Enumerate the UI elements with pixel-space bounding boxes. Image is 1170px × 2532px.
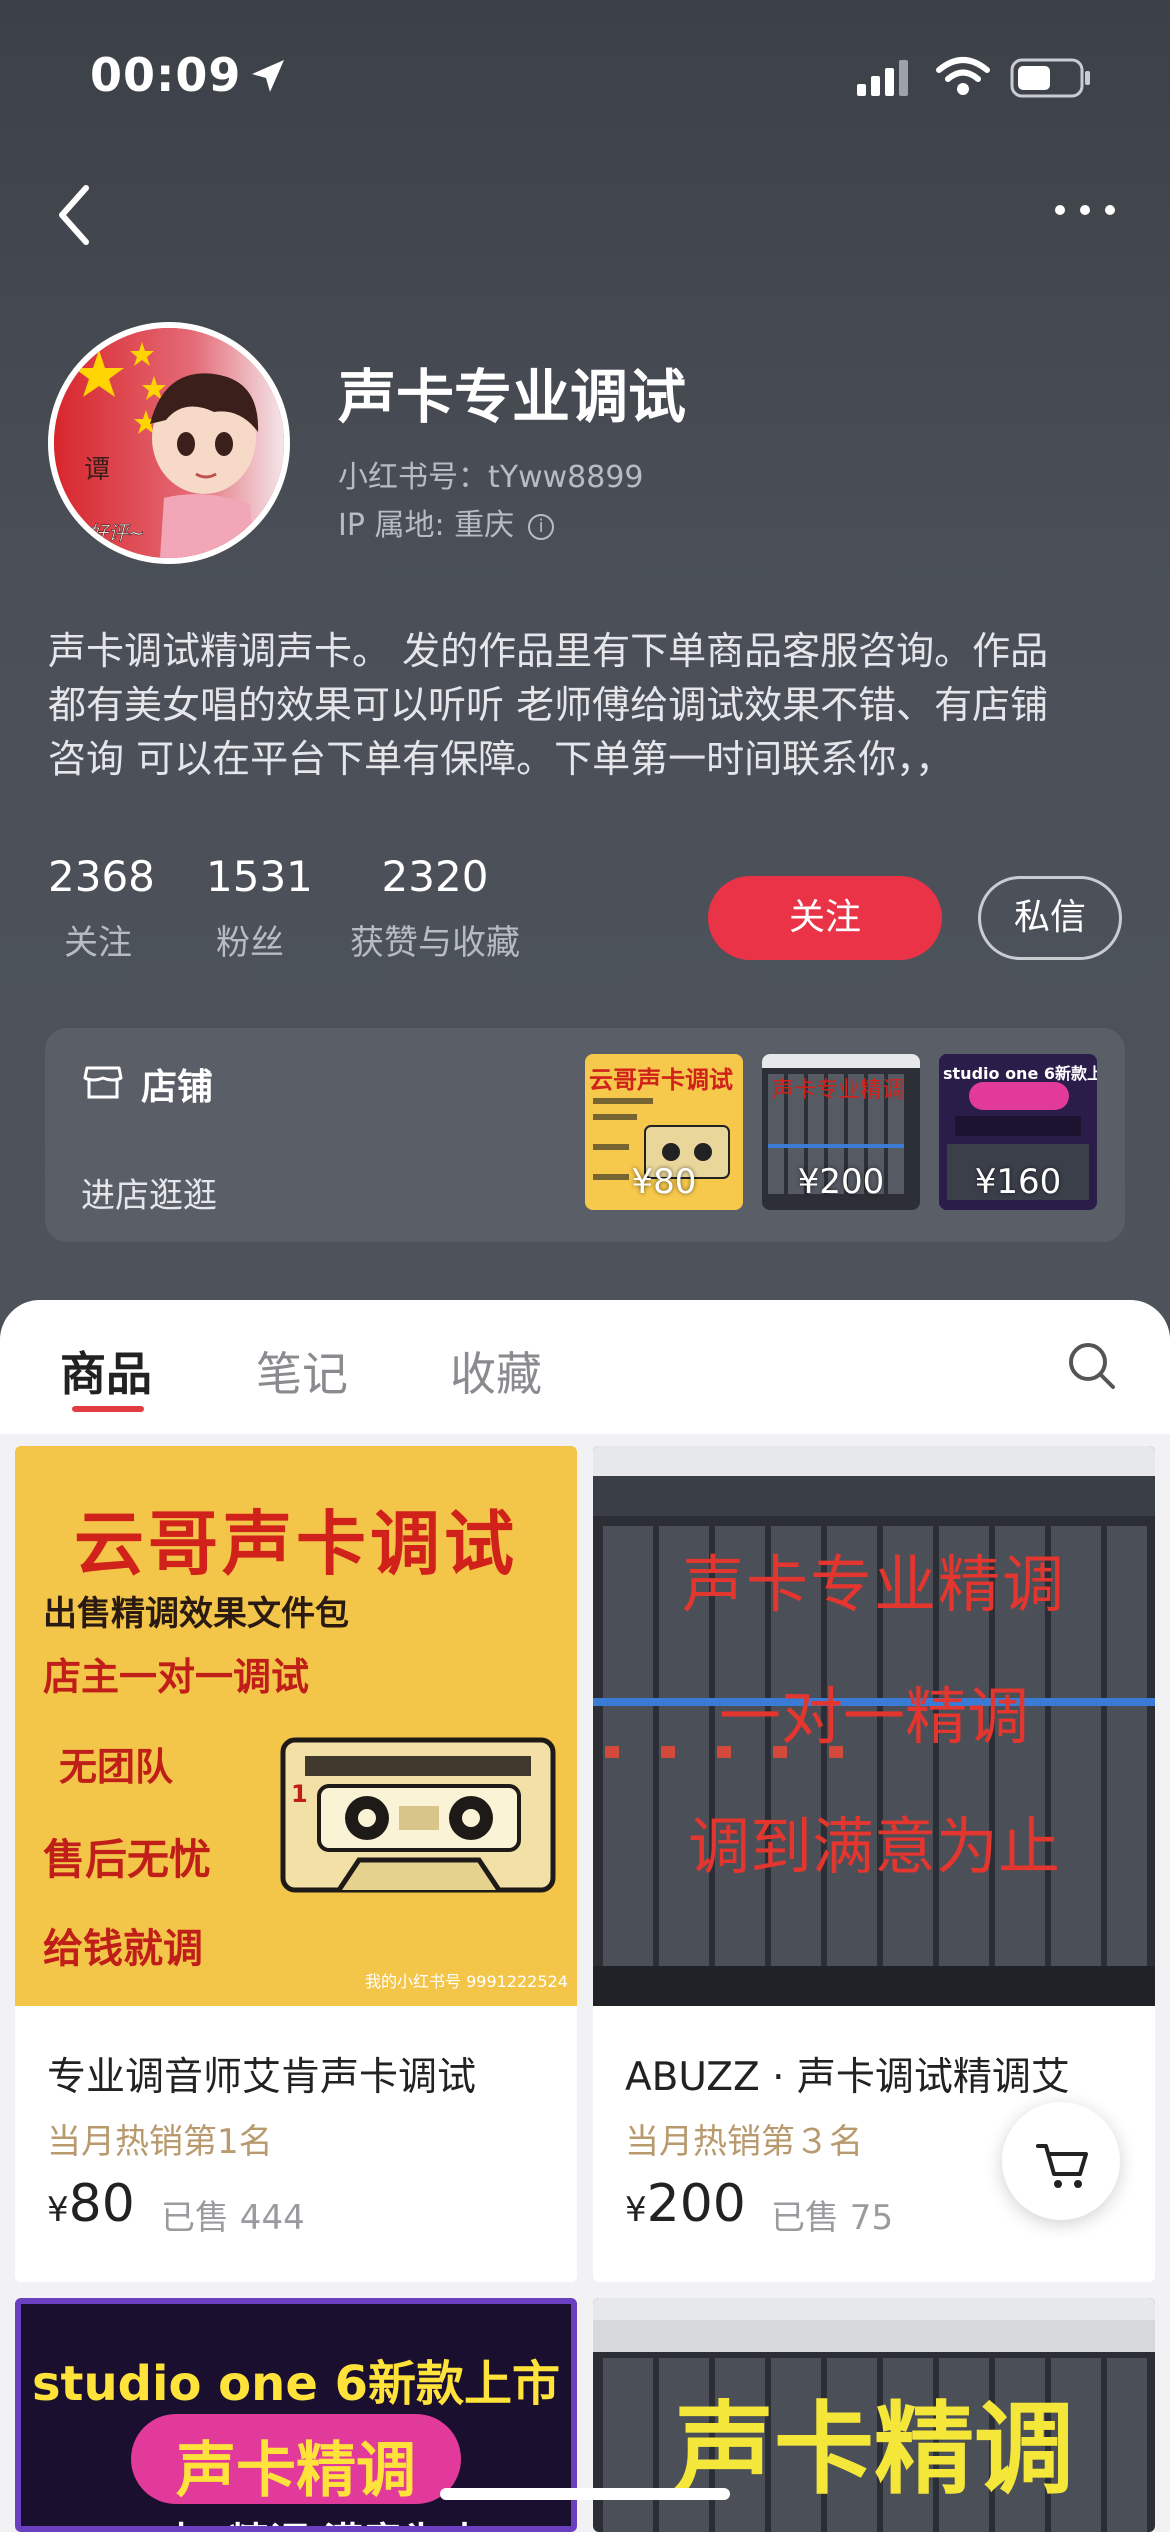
product-image[interactable]: 云哥声卡调试 出售精调效果文件包 店主一对一调试 无团队 售后无忧 给钱就调 1… [15, 1446, 577, 2006]
shop-thumb[interactable]: 声卡专业精调 ¥200 [762, 1054, 920, 1210]
shop-enter-link[interactable]: 进店逛逛 [81, 1168, 217, 1217]
product-art-line: 店主一对一调试 [43, 1655, 310, 1699]
stat-number: 1531 [206, 852, 313, 901]
price-value: 200 [646, 2174, 746, 2234]
profile-header: 00:09 谭 求好评~ 声卡专业调试 小红书号：tYww8899 IP 属地:… [0, 0, 1170, 1320]
shop-thumb-price: ¥200 [797, 1162, 885, 1202]
product-title: ABUZZ · 声卡调试精调艾 [625, 2055, 1070, 2100]
ip-location: IP 属地: 重庆 i [338, 500, 555, 544]
wifi-icon [936, 57, 990, 95]
stat-number: 2368 [48, 852, 155, 901]
product-art-line: 出售精调效果文件包 [43, 1594, 349, 1634]
shop-thumb[interactable]: 云哥声卡调试 ¥80 [585, 1054, 743, 1210]
status-time: 00:09 [90, 48, 242, 102]
thumb-art-text: studio one 6新款上市 [943, 1064, 1097, 1083]
currency-symbol: ¥ [47, 2190, 69, 2230]
thumb-art-text: 声卡专业精调 [772, 1078, 905, 1103]
product-art-headline: studio one 6新款上市 [31, 2356, 560, 2412]
info-icon[interactable]: i [528, 513, 555, 540]
bio-line: 都有美女唱的效果可以听听 老师傅给调试效果不错、有店铺 [48, 683, 1049, 727]
message-button[interactable]: 私信 [978, 876, 1122, 960]
home-indicator[interactable] [440, 2488, 730, 2500]
avatar-text-bottom: 求好评~ [68, 521, 145, 545]
location-arrow-icon [252, 60, 284, 92]
shop-title: 店铺 [141, 1067, 214, 1108]
product-price: ¥200 [625, 2174, 746, 2234]
bio-line: 声卡调试精调声卡。 发的作品里有下单商品客服咨询。作品 [48, 629, 1049, 673]
product-art-line: 调到满意为止 [687, 1810, 1060, 1883]
product-art-headline: 云哥声卡调试 [74, 1503, 518, 1585]
bio-line: 咨询 可以在平台下单有保障。下单第一时间联系你，， [48, 737, 954, 781]
product-sold: 已售 444 [161, 2198, 305, 2238]
product-art-line: 一对一精调 [718, 1680, 1029, 1753]
product-art-footer: 我的小红书号 9991222524 [365, 1972, 568, 1991]
product-art-line: 售后无忧 [43, 1835, 212, 1884]
product-sold: 已售 75 [771, 2198, 894, 2238]
shop-thumb[interactable]: studio one 6新款上市 ¥160 [939, 1054, 1097, 1210]
product-rank: 当月热销第1名 [47, 2122, 273, 2162]
cassette-tape-icon: 1 [280, 1737, 556, 1893]
stat-label: 获赞与收藏 [350, 923, 520, 963]
shop-card[interactable]: 店铺 进店逛逛 云哥声卡调试 ¥80 声卡专业精调 ¥200 studio on… [45, 1028, 1125, 1242]
store-icon [83, 1066, 123, 1099]
stat-label: 关注 [64, 923, 132, 963]
profile-bio: 声卡调试精调声卡。 发的作品里有下单商品客服咨询。作品 都有美女唱的效果可以听听… [48, 624, 1128, 786]
product-title: 专业调音师艾肯声卡调试 [47, 2055, 477, 2100]
product-price: ¥80 [47, 2174, 135, 2234]
shop-thumb-price: ¥80 [631, 1162, 697, 1202]
product-art-line: 无团队 [59, 1745, 174, 1789]
avatar-text-left: 谭 [84, 455, 110, 485]
profile-name: 声卡专业调试 [338, 363, 687, 431]
stat-followers[interactable]: 1531 粉丝 [206, 852, 313, 964]
product-image[interactable]: 声卡专业精调 一对一精调 调到满意为止 [593, 1446, 1155, 2006]
active-tab-indicator [72, 1406, 144, 1412]
shop-thumb-price: ¥160 [974, 1162, 1062, 1202]
red-id: 小红书号：tYww8899 [338, 460, 644, 495]
follow-button[interactable]: 关注 [708, 876, 942, 960]
cellular-signal-icon [857, 60, 908, 96]
avatar-illustration: 谭 求好评~ [54, 328, 284, 558]
cart-button[interactable] [1002, 2102, 1120, 2220]
tab-products[interactable]: 商品 [60, 1338, 152, 1404]
tab-collections[interactable]: 收藏 [450, 1338, 542, 1404]
product-art-headline: 声卡专业精调 [681, 1548, 1066, 1621]
product-art-line: 给钱就调 [43, 1926, 203, 1972]
tab-bar: 商品 笔记 收藏 [0, 1300, 1170, 1434]
search-icon[interactable] [1066, 1340, 1118, 1392]
status-bar: 00:09 [0, 48, 1170, 108]
back-arrow-icon[interactable] [50, 180, 100, 250]
avatar[interactable]: 谭 求好评~ [48, 322, 290, 564]
ip-location-text: IP 属地: 重庆 [338, 508, 515, 543]
product-art-line: 一对一精调 满意为止 [21, 2510, 571, 2526]
stat-label: 粉丝 [216, 923, 284, 963]
battery-icon [1010, 58, 1090, 98]
price-value: 80 [68, 2174, 135, 2234]
stat-number: 2320 [381, 852, 489, 901]
stat-following[interactable]: 2368 关注 [48, 852, 155, 964]
currency-symbol: ¥ [625, 2190, 647, 2230]
stat-likes[interactable]: 2320 获赞与收藏 [350, 852, 520, 964]
svg-text:1: 1 [291, 1780, 308, 1808]
product-card[interactable]: 云哥声卡调试 出售精调效果文件包 店主一对一调试 无团队 售后无忧 给钱就调 1… [15, 1446, 577, 2282]
more-options-icon[interactable] [1050, 200, 1120, 220]
cart-icon [1036, 2144, 1088, 2188]
tab-notes[interactable]: 笔记 [256, 1338, 348, 1404]
product-rank: 当月热销第３名 [625, 2122, 863, 2162]
